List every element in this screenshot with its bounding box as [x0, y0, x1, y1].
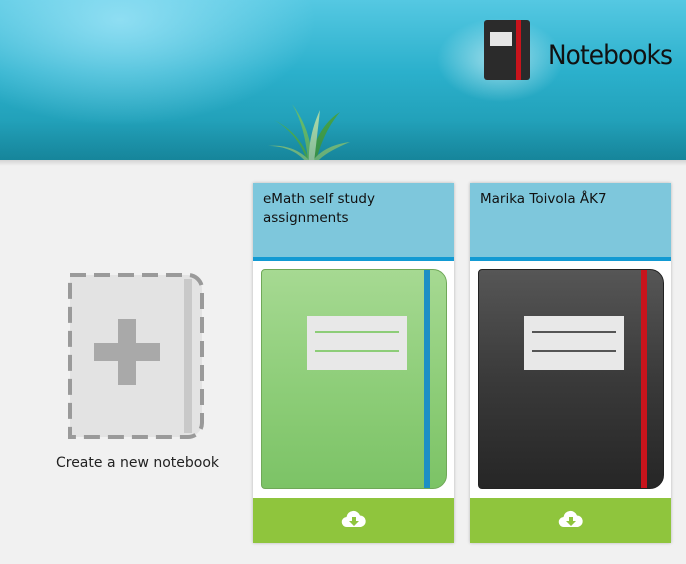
notebook-card[interactable]: eMath self study assignments [253, 183, 454, 543]
create-notebook-button[interactable]: Create a new notebook [50, 268, 225, 478]
notebook-cover[interactable] [261, 269, 447, 489]
header-shadow [0, 160, 686, 166]
notebook-band [641, 270, 647, 488]
notebook-card[interactable]: Marika Toivola ÅK7 [470, 183, 671, 543]
label-line [315, 331, 399, 333]
notebook-icon [484, 20, 530, 80]
add-notebook-icon [68, 273, 204, 439]
cloud-download-icon [341, 510, 366, 528]
notebook-band [424, 270, 430, 488]
notebook-title: eMath self study assignments [263, 191, 375, 226]
notebook-cover[interactable] [478, 269, 664, 489]
create-notebook-label: Create a new notebook [55, 455, 220, 471]
plant-icon [268, 104, 350, 160]
header-banner: Notebooks [0, 0, 686, 160]
cloud-download-icon [558, 510, 583, 528]
notebook-card-header: Marika Toivola ÅK7 [470, 183, 671, 261]
notebook-card-header: eMath self study assignments [253, 183, 454, 261]
label-line [315, 350, 399, 352]
notebook-cover-label [307, 316, 407, 370]
notebook-cover-label [524, 316, 624, 370]
download-button[interactable] [470, 498, 671, 543]
app-title: Notebooks [548, 40, 673, 71]
label-line [532, 331, 616, 333]
notebook-title: Marika Toivola ÅK7 [480, 191, 607, 207]
label-line [532, 350, 616, 352]
download-button[interactable] [253, 498, 454, 543]
